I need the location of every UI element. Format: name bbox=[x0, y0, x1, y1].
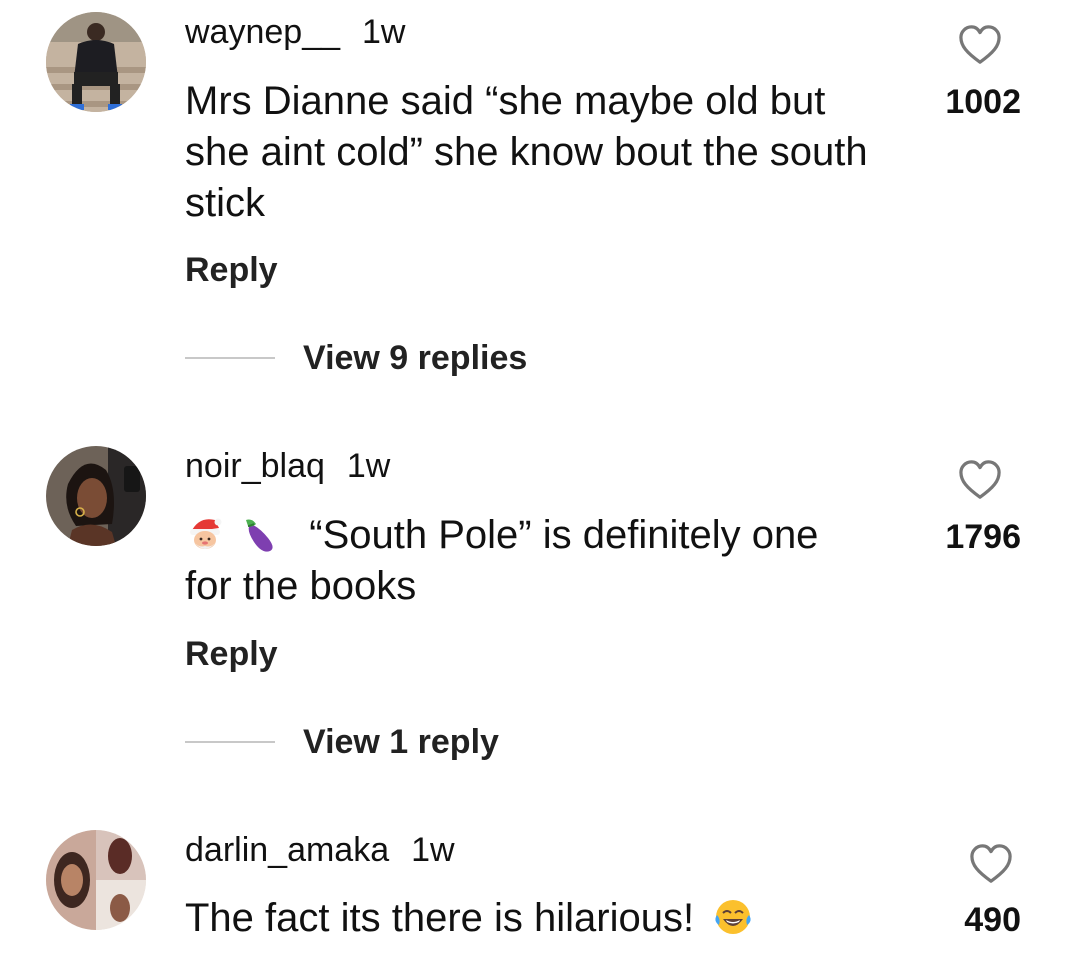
view-replies-button[interactable]: View 1 reply bbox=[185, 722, 499, 762]
heart-outline-icon[interactable] bbox=[957, 24, 1003, 66]
avatar[interactable] bbox=[46, 830, 146, 930]
comment-header: waynep__ 1w bbox=[185, 12, 405, 52]
username[interactable]: noir_blaq bbox=[185, 447, 325, 485]
username[interactable]: waynep__ bbox=[185, 13, 340, 51]
timestamp: 1w bbox=[411, 831, 455, 869]
comment-text: Mrs Dianne said “she maybe old but she a… bbox=[185, 79, 868, 225]
comment-header: darlin_amaka 1w bbox=[185, 830, 455, 870]
santa-emoji bbox=[190, 518, 222, 549]
heart-outline-icon[interactable] bbox=[968, 843, 1014, 885]
avatar[interactable] bbox=[46, 12, 146, 112]
like-count: 1796 bbox=[945, 518, 1021, 556]
view-replies-label: View 1 reply bbox=[303, 723, 499, 761]
view-replies-button[interactable]: View 9 replies bbox=[185, 338, 527, 378]
heart-outline-icon[interactable] bbox=[957, 459, 1003, 501]
divider bbox=[185, 357, 275, 359]
reply-button[interactable]: Reply bbox=[185, 250, 278, 290]
comment-text: The fact its there is hilarious! bbox=[185, 896, 695, 940]
comment-header: noir_blaq 1w bbox=[185, 446, 390, 486]
comment-body: “South Pole” is definitely one for the b… bbox=[185, 510, 875, 612]
comment-body: The fact its there is hilarious! bbox=[185, 893, 885, 944]
timestamp: 1w bbox=[346, 447, 391, 485]
timestamp: 1w bbox=[362, 13, 406, 51]
tears-of-joy-emoji bbox=[715, 900, 751, 934]
view-replies-label: View 9 replies bbox=[303, 339, 528, 377]
avatar[interactable] bbox=[46, 446, 146, 546]
reply-button[interactable]: Reply bbox=[185, 634, 278, 674]
divider bbox=[185, 741, 275, 743]
username[interactable]: darlin_amaka bbox=[185, 831, 389, 869]
like-count: 490 bbox=[964, 901, 1021, 939]
eggplant-emoji bbox=[246, 519, 273, 552]
like-count: 1002 bbox=[945, 83, 1021, 121]
